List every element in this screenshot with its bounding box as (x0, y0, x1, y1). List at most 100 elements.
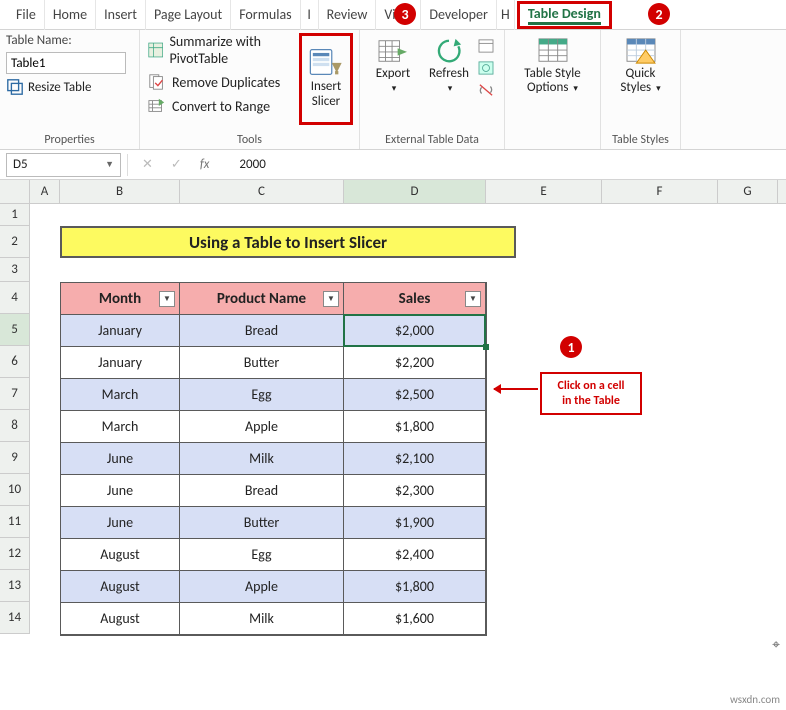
tab-truncated-1[interactable]: I (301, 0, 319, 30)
cell-product[interactable]: Egg (180, 539, 344, 571)
row-header-9[interactable]: 9 (0, 442, 30, 474)
filter-icon[interactable]: ▼ (465, 291, 481, 307)
cell-product[interactable]: Milk (180, 443, 344, 475)
cells-area[interactable]: Using a Table to Insert Slicer Month▼ Pr… (30, 204, 786, 634)
row-header-2[interactable]: 2 (0, 226, 30, 258)
col-header-C[interactable]: C (180, 180, 344, 203)
cell-month[interactable]: March (61, 411, 180, 443)
unlink-icon[interactable] (478, 83, 494, 97)
tab-table-design[interactable]: Table Design (517, 1, 612, 29)
cell-product[interactable]: Bread (180, 475, 344, 507)
summarize-pivot-button[interactable]: Summarize with PivotTable (148, 33, 301, 67)
col-header-A[interactable]: A (30, 180, 60, 203)
header-month[interactable]: Month▼ (61, 283, 180, 315)
cell-sales[interactable]: $2,500 (344, 379, 486, 411)
col-header-G[interactable]: G (718, 180, 778, 203)
cell-product[interactable]: Egg (180, 379, 344, 411)
cell-product[interactable]: Milk (180, 603, 344, 635)
row-header-6[interactable]: 6 (0, 346, 30, 378)
open-browser-icon[interactable] (478, 61, 494, 75)
table-row: JuneBread$2,300 (61, 475, 486, 507)
tab-page-layout[interactable]: Page Layout (146, 0, 231, 30)
cell-sales[interactable]: $1,800 (344, 571, 486, 603)
tab-home[interactable]: Home (45, 0, 96, 30)
row-header-11[interactable]: 11 (0, 506, 30, 538)
callout-l1: Click on a cell (558, 379, 625, 393)
filter-icon[interactable]: ▼ (159, 291, 175, 307)
row-header-10[interactable]: 10 (0, 474, 30, 506)
group-style-options-label (511, 131, 594, 147)
cell-sales[interactable]: $2,400 (344, 539, 486, 571)
quick-styles-button[interactable]: QuickStyles ▾ (607, 33, 674, 96)
cell-month[interactable]: June (61, 443, 180, 475)
col-header-F[interactable]: F (602, 180, 718, 203)
cell-sales[interactable]: $2,000 (344, 315, 486, 347)
name-box-value: D5 (13, 157, 28, 172)
refresh-button[interactable]: Refresh▾ (422, 33, 476, 96)
row-header-1[interactable]: 1 (0, 204, 30, 226)
cell-sales[interactable]: $2,200 (344, 347, 486, 379)
enter-icon[interactable]: ✓ (171, 157, 182, 172)
table-style-options-button[interactable]: Table StyleOptions ▾ (511, 33, 594, 96)
filter-icon[interactable]: ▼ (323, 291, 339, 307)
row-header-4[interactable]: 4 (0, 282, 30, 314)
row-header-12[interactable]: 12 (0, 538, 30, 570)
tab-truncated-2[interactable]: H (497, 0, 515, 30)
name-box[interactable]: D5 ▼ (6, 153, 121, 177)
tso-l1: Table Style (524, 66, 580, 81)
formula-input[interactable]: 2000 (223, 157, 265, 172)
col-header-B[interactable]: B (60, 180, 180, 203)
tab-formulas[interactable]: Formulas (231, 0, 300, 30)
cell-month[interactable]: June (61, 507, 180, 539)
export-button[interactable]: Export▾ (366, 33, 420, 96)
tab-file[interactable]: File (8, 0, 45, 30)
cell-month[interactable]: August (61, 539, 180, 571)
row-header-13[interactable]: 13 (0, 570, 30, 602)
row-header-5[interactable]: 5 (0, 314, 30, 346)
tab-developer[interactable]: Developer (421, 0, 496, 30)
cell-product[interactable]: Butter (180, 507, 344, 539)
cell-month[interactable]: March (61, 379, 180, 411)
col-header-D[interactable]: D (344, 180, 486, 203)
row-header-8[interactable]: 8 (0, 410, 30, 442)
select-all-corner[interactable] (0, 180, 30, 203)
row-header-14[interactable]: 14 (0, 602, 30, 634)
insert-slicer-button[interactable]: Insert Slicer (299, 33, 353, 125)
cell-month[interactable]: August (61, 603, 180, 635)
convert-range-button[interactable]: Convert to Range (148, 97, 301, 115)
tab-insert[interactable]: Insert (96, 0, 146, 30)
table-row: JuneMilk$2,100 (61, 443, 486, 475)
remove-duplicates-button[interactable]: Remove Duplicates (148, 73, 301, 91)
resize-table-button[interactable]: Resize Table (6, 78, 126, 96)
cell-month[interactable]: August (61, 571, 180, 603)
title-cell[interactable]: Using a Table to Insert Slicer (60, 226, 516, 258)
cell-month[interactable]: June (61, 475, 180, 507)
row-header-7[interactable]: 7 (0, 378, 30, 410)
cell-sales[interactable]: $1,600 (344, 603, 486, 635)
cell-product[interactable]: Butter (180, 347, 344, 379)
table-row: AugustMilk$1,600 (61, 603, 486, 635)
cancel-icon[interactable]: ✕ (142, 157, 153, 172)
header-sales[interactable]: Sales▼ (344, 283, 486, 315)
cell-product[interactable]: Apple (180, 571, 344, 603)
formula-bar: D5 ▼ ✕ ✓ fx 2000 (0, 150, 786, 180)
cell-sales[interactable]: $2,100 (344, 443, 486, 475)
col-header-E[interactable]: E (486, 180, 602, 203)
cell-product[interactable]: Apple (180, 411, 344, 443)
tab-review[interactable]: Review (319, 0, 377, 30)
cell-sales[interactable]: $2,300 (344, 475, 486, 507)
cell-product[interactable]: Bread (180, 315, 344, 347)
row-header-3[interactable]: 3 (0, 258, 30, 282)
fx-icon[interactable]: fx (200, 157, 210, 172)
table-row: JanuaryButter$2,200 (61, 347, 486, 379)
table-name-input[interactable] (6, 52, 126, 74)
cell-sales[interactable]: $1,900 (344, 507, 486, 539)
properties-icon[interactable] (478, 39, 494, 53)
header-product[interactable]: Product Name▼ (180, 283, 344, 315)
cell-sales[interactable]: $1,800 (344, 411, 486, 443)
fill-handle[interactable] (483, 344, 489, 350)
insert-slicer-l2: Slicer (312, 94, 340, 109)
cell-month[interactable]: January (61, 315, 180, 347)
cell-month[interactable]: January (61, 347, 180, 379)
ribbon-body: Table Name: Resize Table Properties Summ… (0, 30, 786, 150)
